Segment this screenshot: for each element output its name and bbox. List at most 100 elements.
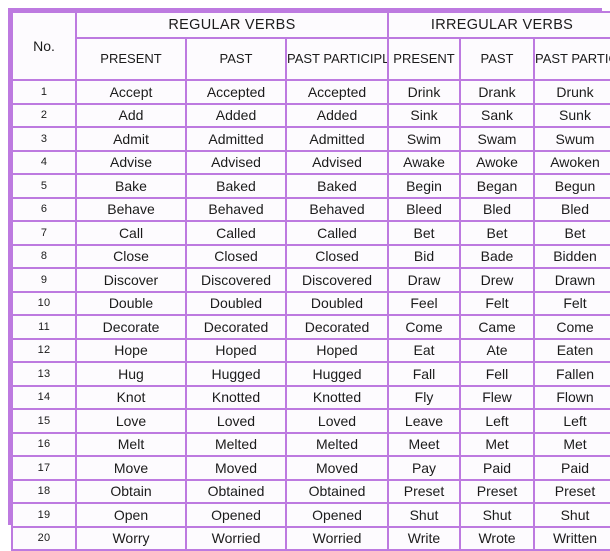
cell-irregular-past: Bet (461, 222, 533, 244)
cell-irregular-past-participle: Written (535, 527, 610, 549)
table-row: 9 Discover Discovered Discovered Draw Drew Dra… (13, 269, 610, 291)
table-header: No. REGULAR VERBS IRREGULAR VERBS PRESEN… (13, 13, 610, 79)
cell-irregular-present: Shut (389, 504, 459, 526)
cell-regular-past: Hugged (187, 363, 285, 385)
cell-irregular-present: Bleed (389, 198, 459, 220)
row-number: 20 (13, 527, 75, 549)
cell-regular-present: Discover (77, 269, 185, 291)
cell-regular-past-participle: Accepted (287, 81, 387, 103)
cell-irregular-past-participle: Met (535, 433, 610, 455)
cell-regular-present: Admit (77, 128, 185, 150)
cell-irregular-present: Fly (389, 386, 459, 408)
row-number: 18 (13, 480, 75, 502)
row-number: 10 (13, 292, 75, 314)
cell-irregular-past-participle: Preset (535, 480, 610, 502)
table-row: 4 Advise Advised Advised Awake Awoke Awoken (13, 151, 610, 173)
cell-irregular-past: Bade (461, 245, 533, 267)
row-number: 9 (13, 269, 75, 291)
cell-irregular-past: Wrote (461, 527, 533, 549)
cell-irregular-past: Paid (461, 457, 533, 479)
cell-regular-past-participle: Hoped (287, 339, 387, 361)
cell-irregular-past-participle: Sunk (535, 104, 610, 126)
cell-regular-past: Moved (187, 457, 285, 479)
cell-irregular-past: Fell (461, 363, 533, 385)
cell-regular-past-participle: Baked (287, 175, 387, 197)
cell-regular-past: Closed (187, 245, 285, 267)
cell-irregular-present: Feel (389, 292, 459, 314)
table-row: 3 Admit Admitted Admitted Swim Swam Swum (13, 128, 610, 150)
cell-regular-present: Love (77, 410, 185, 432)
cell-regular-past-participle: Knotted (287, 386, 387, 408)
column-header-no: No. (13, 13, 75, 79)
column-header-irregular-past-participle: PAST PARTICIPLE (535, 39, 610, 79)
cell-irregular-present: Write (389, 527, 459, 549)
cell-irregular-past-participle: Bled (535, 198, 610, 220)
cell-regular-present: Open (77, 504, 185, 526)
column-header-irregular-past: PAST (461, 39, 533, 79)
cell-regular-past-participle: Behaved (287, 198, 387, 220)
cell-regular-present: Move (77, 457, 185, 479)
cell-irregular-past: Preset (461, 480, 533, 502)
cell-regular-past-participle: Doubled (287, 292, 387, 314)
table-row: 8 Close Closed Closed Bid Bade Bidden (13, 245, 610, 267)
cell-irregular-present: Drink (389, 81, 459, 103)
cell-irregular-past: Came (461, 316, 533, 338)
cell-regular-present: Worry (77, 527, 185, 549)
cell-regular-present: Obtain (77, 480, 185, 502)
cell-irregular-past-participle: Drunk (535, 81, 610, 103)
cell-irregular-present: Fall (389, 363, 459, 385)
table-row: 7 Call Called Called Bet Bet Bet (13, 222, 610, 244)
cell-irregular-present: Begin (389, 175, 459, 197)
cell-regular-past: Melted (187, 433, 285, 455)
cell-irregular-past: Drank (461, 81, 533, 103)
row-number: 12 (13, 339, 75, 361)
table-row: 13 Hug Hugged Hugged Fall Fell Fallen (13, 363, 610, 385)
header-row-groups: No. REGULAR VERBS IRREGULAR VERBS (13, 13, 610, 79)
cell-irregular-past-participle: Drawn (535, 269, 610, 291)
cell-irregular-past-participle: Left (535, 410, 610, 432)
table-row: 18 Obtain Obtained Obtained Preset Preset Pres… (13, 480, 610, 502)
cell-regular-present: Double (77, 292, 185, 314)
cell-regular-past: Accepted (187, 81, 285, 103)
row-number: 19 (13, 504, 75, 526)
row-number: 17 (13, 457, 75, 479)
cell-irregular-past-participle: Paid (535, 457, 610, 479)
cell-irregular-past-participle: Begun (535, 175, 610, 197)
row-number: 1 (13, 81, 75, 103)
cell-irregular-past: Bled (461, 198, 533, 220)
cell-regular-past-participle: Worried (287, 527, 387, 549)
cell-irregular-past-participle: Flown (535, 386, 610, 408)
cell-irregular-present: Bet (389, 222, 459, 244)
cell-regular-past: Baked (187, 175, 285, 197)
cell-regular-past: Obtained (187, 480, 285, 502)
cell-regular-present: Hug (77, 363, 185, 385)
cell-irregular-past: Began (461, 175, 533, 197)
cell-regular-past-participle: Opened (287, 504, 387, 526)
cell-irregular-past-participle: Eaten (535, 339, 610, 361)
cell-regular-past-participle: Discovered (287, 269, 387, 291)
cell-irregular-past-participle: Shut (535, 504, 610, 526)
table-row: 2 Add Added Added Sink Sank Sunk (13, 104, 610, 126)
cell-regular-past: Called (187, 222, 285, 244)
cell-irregular-past: Ate (461, 339, 533, 361)
cell-regular-present: Advise (77, 151, 185, 173)
cell-irregular-present: Eat (389, 339, 459, 361)
table-row: 11 Decorate Decorated Decorated Come Came Come (13, 316, 610, 338)
cell-irregular-past-participle: Swum (535, 128, 610, 150)
row-number: 16 (13, 433, 75, 455)
cell-regular-past-participle: Advised (287, 151, 387, 173)
row-number: 2 (13, 104, 75, 126)
table-row: 5 Bake Baked Baked Begin Began Begun (13, 175, 610, 197)
cell-irregular-past-participle: Bidden (535, 245, 610, 267)
cell-irregular-past: Flew (461, 386, 533, 408)
row-number: 5 (13, 175, 75, 197)
cell-irregular-present: Sink (389, 104, 459, 126)
table-row: 12 Hope Hoped Hoped Eat Ate Eaten (13, 339, 610, 361)
cell-irregular-past: Drew (461, 269, 533, 291)
row-number: 3 (13, 128, 75, 150)
table-row: 16 Melt Melted Melted Meet Met Met (13, 433, 610, 455)
cell-regular-past-participle: Melted (287, 433, 387, 455)
cell-regular-past: Decorated (187, 316, 285, 338)
cell-irregular-present: Swim (389, 128, 459, 150)
cell-regular-present: Melt (77, 433, 185, 455)
